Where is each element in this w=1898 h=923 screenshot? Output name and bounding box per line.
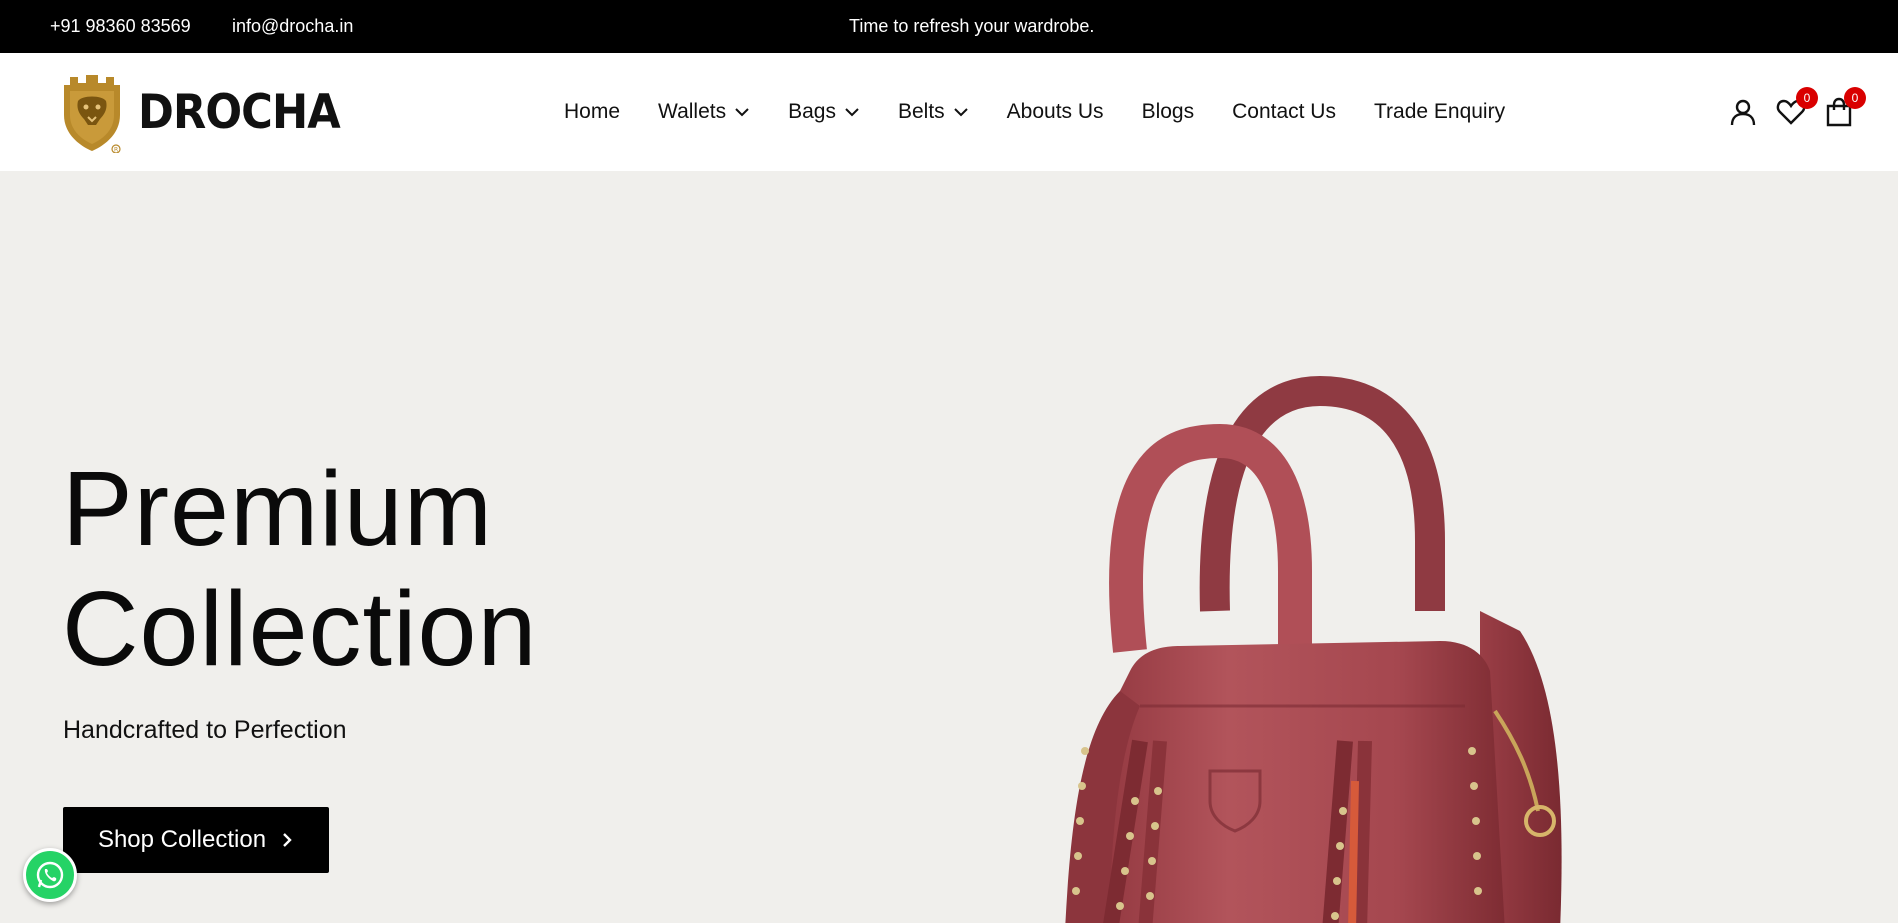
- nav-home[interactable]: Home: [564, 100, 620, 124]
- cart-button[interactable]: 0: [1824, 87, 1866, 127]
- brand-name: DROCHA: [138, 84, 341, 140]
- phone-number[interactable]: +91 98360 83569: [50, 16, 191, 37]
- announcement-text: Time to refresh your wardrobe.: [849, 16, 1095, 36]
- hero-title-line: Collection: [62, 570, 538, 688]
- hero-title: Premium Collection: [62, 449, 537, 689]
- hero-title-line: Premium: [62, 450, 494, 568]
- nav-label: Belts: [897, 100, 945, 123]
- announcement-bar: +91 98360 83569 info@drocha.in Time to r…: [0, 0, 1898, 53]
- wishlist-button[interactable]: 0: [1776, 87, 1818, 127]
- product-handbag-image: [1065, 375, 1562, 923]
- site-header: R DROCHA Home Wallets Bags Belts Abouts …: [0, 53, 1898, 171]
- nav-label: Abouts Us: [1006, 100, 1104, 123]
- shop-collection-button[interactable]: Shop Collection: [63, 807, 329, 873]
- nav-about-us[interactable]: Abouts Us: [1007, 100, 1104, 124]
- nav-belts[interactable]: Belts: [898, 100, 969, 124]
- chevron-right-icon: [283, 833, 292, 847]
- nav-label: Home: [564, 100, 621, 123]
- brand-logo[interactable]: R DROCHA: [56, 71, 357, 154]
- nav-wallets[interactable]: Wallets: [658, 100, 750, 124]
- hero-banner: Premium Collection Handcrafted to Perfec…: [0, 171, 1898, 923]
- wishlist-count-badge: 0: [1796, 87, 1818, 109]
- nav-label: Contact Us: [1232, 100, 1336, 123]
- nav-label: Trade Enquiry: [1373, 100, 1506, 123]
- hero-subtitle: Handcrafted to Perfection: [63, 716, 347, 744]
- nav-label: Blogs: [1141, 100, 1195, 123]
- nav-label: Bags: [788, 100, 836, 123]
- nav-label: Wallets: [658, 100, 727, 123]
- nav-blogs[interactable]: Blogs: [1142, 100, 1195, 124]
- email-link[interactable]: info@drocha.in: [232, 16, 353, 37]
- svg-text:R: R: [114, 147, 118, 154]
- header-actions: 0 0: [1710, 53, 1866, 171]
- nav-trade-enquiry[interactable]: Trade Enquiry: [1374, 100, 1505, 124]
- user-icon: [1730, 99, 1756, 126]
- whatsapp-icon: [36, 861, 64, 889]
- whatsapp-chat-button[interactable]: [23, 848, 77, 902]
- main-nav: Home Wallets Bags Belts Abouts Us Blogs …: [564, 53, 1543, 171]
- chevron-down-icon: [735, 108, 749, 117]
- account-button[interactable]: [1728, 97, 1758, 127]
- button-label: Shop Collection: [97, 826, 267, 853]
- chevron-down-icon: [953, 108, 968, 117]
- cart-count-badge: 0: [1844, 87, 1866, 109]
- lion-shield-icon: R: [56, 71, 128, 154]
- nav-contact-us[interactable]: Contact Us: [1232, 100, 1336, 124]
- nav-bags[interactable]: Bags: [788, 100, 860, 124]
- chevron-down-icon: [845, 108, 859, 117]
